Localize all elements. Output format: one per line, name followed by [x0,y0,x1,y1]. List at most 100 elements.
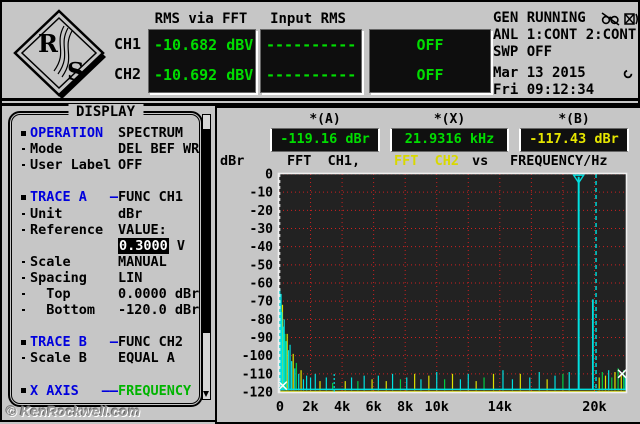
menu-spacer [12,366,199,382]
marker-a-label: *(A) [309,112,341,127]
menu-value: FUNC CH2 [118,334,184,351]
menu-row-user-label[interactable]: User Label OFF [12,157,199,173]
monitor-off-box: OFF OFF [369,29,491,93]
menu-label: Spacing [30,269,87,286]
menu-row-trace-a[interactable]: TRACE A — FUNC CH1 [12,189,199,205]
bullet-square-icon [17,388,30,394]
menu-row-scale[interactable]: Scale MANUAL [12,254,199,270]
bullet-dot-icon [17,148,30,151]
svg-text:0: 0 [276,399,284,415]
menu-label: User Label [30,157,112,174]
marker-a-value: -119.16 dBr [270,128,380,152]
svg-text:6k: 6k [366,399,382,415]
menu-label: Unit [30,205,63,222]
menu-row-bottom[interactable]: Bottom -120.0 dBr [12,302,199,318]
rms-via-fft-title: RMS via FFT [154,11,248,27]
menu-label: TRACE B — [30,334,118,351]
bullet-dot-icon [17,276,30,279]
menu-spacer [12,318,199,334]
svg-text:-110: -110 [242,367,273,382]
ch1-label: CH1 [114,35,142,53]
off-row2: OFF [416,66,444,84]
menu-row-reference[interactable]: Reference VALUE: [12,222,199,238]
date-line: Mar 13 2015 [493,65,639,82]
analyzer-status: ANL 1:CONT 2:CONT [493,27,637,43]
generator-status: GEN RUNNING [493,10,639,27]
menu-row-operation[interactable]: OPERATION SPECTRUM [12,125,199,141]
menu-row-trace-b[interactable]: TRACE B — FUNC CH2 [12,334,199,350]
rotate-icon [623,69,633,78]
rohde-schwarz-logo: R S [13,9,106,98]
analyzer-screen: { "header": { "logo": {"letter1": "R", "… [0,0,640,424]
menu-row-unit[interactable]: Unit dBr [12,205,199,222]
svg-text:14k: 14k [488,399,512,415]
menu-label: Reference [30,221,104,238]
reference-value-field[interactable]: 0.3000 [118,237,169,254]
bullet-square-icon [17,339,30,345]
menu-row-0-3000[interactable]: 0.3000 V [12,237,199,254]
svg-text:10k: 10k [425,399,449,415]
menu-row-scale-b[interactable]: Scale B EQUAL A [12,350,199,366]
input-rms-title: Input RMS [270,11,346,27]
x-axis-labels: 0 2k 4k 6k 8k 10k 14k 20k [276,399,607,415]
panel-scrollbar[interactable] [202,114,211,400]
menu-label: Bottom [30,302,96,319]
rms-readout-box: -10.682 dBV -10.692 dBV [148,29,256,93]
menu-value: 0.0000 dBr [118,285,200,302]
bullet-square-icon [17,130,30,136]
time-line: Fri 09:12:34 [493,82,595,98]
svg-text:-70: -70 [250,295,274,310]
off-row1: OFF [416,36,444,54]
svg-text:-90: -90 [250,331,274,346]
input-rms-box: ---------- ---------- [260,29,362,93]
bullet-dot-icon [17,357,30,360]
svg-text:-20: -20 [250,204,274,219]
bullet-dot-icon [17,212,30,215]
marker-b-value: -117.43 dBr [519,128,629,152]
svg-text:20k: 20k [582,399,606,415]
bullet-square-icon [17,194,30,200]
bullet-dot-icon [17,164,30,167]
menu-row-top[interactable]: Top 0.0000 dBr [12,286,199,302]
svg-text:4k: 4k [334,399,350,415]
menu-value: EQUAL A [118,350,175,367]
menu-label: TRACE A — [30,189,118,206]
svg-text:2k: 2k [302,399,318,415]
display-panel-title: DISPLAY [67,104,144,120]
ch2-label: CH2 [114,65,142,83]
menu-row-spacing[interactable]: Spacing LIN [12,270,199,286]
spectrum-plot: 0 -10 -20 -30 -40 -50 -60 -70 -80 -90 -100 -110 -120… [242,168,628,415]
menu-value: OFF [118,157,143,174]
menu-value: DEL BEF WR [118,141,200,158]
menu-label: X AXIS —— [30,382,118,399]
svg-text:-120: -120 [242,386,273,401]
y-axis-labels: 0 -10 -20 -30 -40 -50 -60 -70 -80 -90 -100 -110 -120 [242,168,273,401]
muted-speaker-icon [624,12,638,25]
menu-value: LIN [118,269,143,286]
scrollbar-thumb[interactable] [203,129,210,333]
watermark: © KenRockwell.com [6,403,141,419]
marker-x-label: *(X) [433,112,466,127]
ch1-rms-value: -10.682 dBV [154,36,254,54]
menu-value: dBr [118,205,143,222]
logo-letter-r: R [38,29,59,58]
marker-b-label: *(B) [558,112,590,127]
bullet-dot-icon [17,260,30,263]
ch2-rms-value: -10.692 dBV [154,66,254,84]
display-panel: DISPLAY OPERATION SPECTRUM Mode DEL BEF WR U… [8,104,203,407]
value-unit: V [168,237,186,254]
menu-value: SPECTRUM [118,125,184,142]
bullet-dot-icon [17,292,30,295]
menu-value: -120.0 dBr [118,302,200,319]
menu-row-x-axis[interactable]: X AXIS —— FREQUENCY [12,383,199,399]
scrollbar-down-arrow-icon[interactable] [203,391,209,397]
logo-letter-s: S [67,57,84,86]
spectrum-chart-panel: *(A) *(X) *(B) -119.16 dBr 21.9316 kHz -… [215,106,640,424]
menu-value: MANUAL [118,253,167,270]
menu-dash: — [109,189,118,206]
menu-dash: — [109,334,118,351]
menu-row-mode[interactable]: Mode DEL BEF WR [12,141,199,157]
display-panel-rows: OPERATION SPECTRUM Mode DEL BEF WR User Labe… [12,115,199,403]
svg-text:-80: -80 [250,313,274,328]
input-rms-row2: ---------- [266,66,357,84]
